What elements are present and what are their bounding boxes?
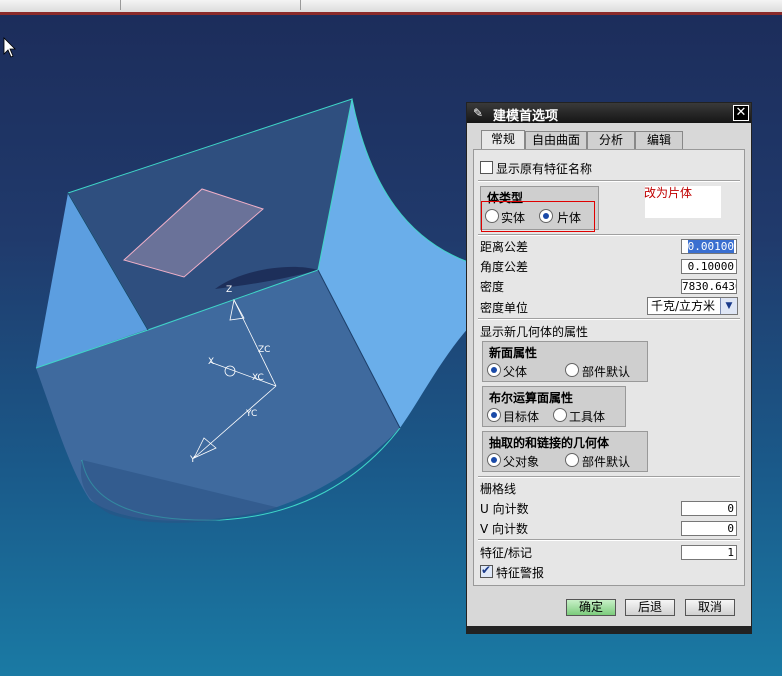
axis-yc-label: YC [245, 409, 257, 419]
distance-tolerance-input[interactable]: 0.00100 [681, 239, 737, 254]
dialog-bottom-bar [467, 626, 751, 633]
dialog-titlebar[interactable]: ✎ 建模首选项 ✕ [467, 103, 751, 124]
axis-z-label: Z [226, 285, 232, 295]
close-icon[interactable]: ✕ [733, 105, 749, 121]
radio-parent-object[interactable] [487, 453, 501, 467]
dialog-title: 建模首选项 [493, 109, 559, 124]
pin-icon[interactable]: ✎ [471, 106, 485, 120]
radio-part-default-2[interactable] [565, 453, 579, 467]
ok-button[interactable]: 确定 [566, 599, 616, 616]
radio-part-default-1[interactable] [565, 363, 579, 377]
back-button[interactable]: 后退 [625, 599, 675, 616]
radio-tool-body[interactable] [553, 408, 567, 422]
tab-edit[interactable]: 编辑 [635, 131, 683, 149]
new-face-group: 新面属性 父体 部件默认 [482, 341, 648, 382]
modeling-preferences-dialog: ✎ 建模首选项 ✕ 常规 自由曲面 分析 编辑 显示原有特征名称 体类型 实体 … [466, 102, 752, 634]
feature-alert-label: 特征警报 [496, 566, 545, 580]
distance-tolerance-label: 距离公差 [480, 240, 529, 254]
tab-general[interactable]: 常规 [481, 130, 525, 150]
chevron-down-icon[interactable]: ▼ [720, 298, 737, 314]
radio-part-default-2-label: 部件默认 [582, 455, 631, 469]
density-label: 密度 [480, 280, 505, 294]
u-count-input[interactable]: 0 [681, 501, 737, 516]
radio-tool-body-label: 工具体 [569, 410, 606, 424]
density-unit-value: 千克/立方米 [651, 299, 716, 313]
boolean-face-title: 布尔运算面属性 [489, 391, 574, 405]
v-count-label: V 向计数 [480, 522, 529, 536]
show-feature-names-label: 显示原有特征名称 [496, 162, 593, 176]
tab-analysis[interactable]: 分析 [587, 131, 635, 149]
mouse-cursor-icon [3, 37, 16, 58]
feature-alert-checkbox[interactable] [480, 563, 493, 578]
density-unit-select[interactable]: 千克/立方米 ▼ [647, 297, 738, 315]
radio-parent-body[interactable] [487, 363, 501, 377]
axis-x-label: X [208, 357, 214, 367]
new-face-title: 新面属性 [489, 346, 538, 360]
new-geometry-label: 显示新几何体的属性 [480, 325, 589, 339]
radio-part-default-1-label: 部件默认 [582, 365, 631, 379]
cancel-button[interactable]: 取消 [685, 599, 735, 616]
v-count-input[interactable]: 0 [681, 521, 737, 536]
radio-target-body[interactable] [487, 408, 501, 422]
axis-zc-label: ZC [258, 345, 270, 355]
angle-tolerance-input[interactable]: 0.10000 [681, 259, 737, 274]
axis-xc-label: XC [252, 373, 264, 383]
feature-marker-label: 特征/标记 [480, 546, 533, 560]
grid-lines-label: 栅格线 [480, 482, 517, 496]
annotation-text: 改为片体 [644, 186, 693, 200]
radio-parent-object-label: 父对象 [503, 455, 540, 469]
radio-target-body-label: 目标体 [503, 410, 540, 424]
show-feature-names-checkbox[interactable] [480, 161, 493, 174]
angle-tolerance-label: 角度公差 [480, 260, 529, 274]
annotation-highlight-box [481, 201, 595, 232]
extracted-geometry-group: 抽取的和链接的几何体 父对象 部件默认 [482, 431, 648, 472]
tab-freeform[interactable]: 自由曲面 [525, 131, 587, 149]
density-input[interactable]: 7830.6436 [681, 279, 737, 294]
density-unit-label: 密度单位 [480, 301, 529, 315]
radio-parent-body-label: 父体 [503, 365, 528, 379]
feature-marker-input[interactable]: 1 [681, 545, 737, 560]
extracted-geometry-title: 抽取的和链接的几何体 [489, 436, 610, 450]
boolean-face-group: 布尔运算面属性 目标体 工具体 [482, 386, 626, 427]
u-count-label: U 向计数 [480, 502, 529, 516]
axis-y-label: Y [189, 455, 196, 465]
